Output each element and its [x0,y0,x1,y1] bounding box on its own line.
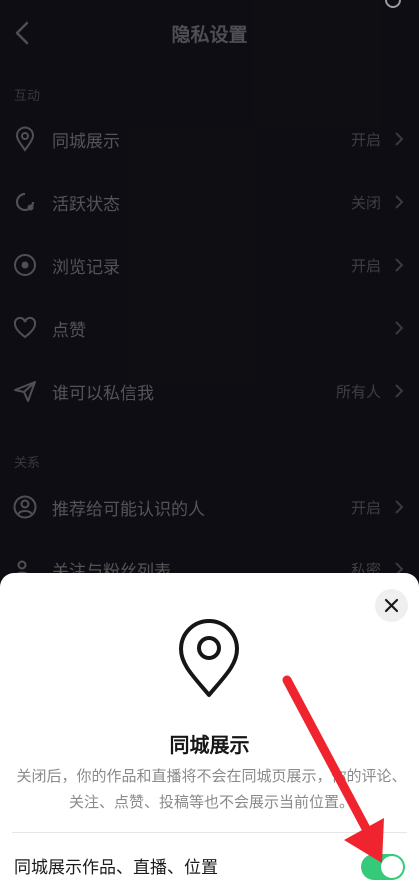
toggle-label: 同城展示作品、直播、位置 [14,858,218,878]
location-pin-icon [179,619,239,697]
close-icon [384,598,399,613]
toggle-knob [381,856,403,878]
divider [12,832,407,833]
close-button[interactable] [375,589,408,622]
local-display-toggle[interactable] [361,854,405,880]
bottom-sheet: 同城展示 关闭后，你的作品和直播将不会在同城页展示，你的评论、关注、点赞、投稿等… [0,573,419,893]
privacy-settings-screen: 隐私设置 互动 同城展示 开启 活跃状态 关闭 浏览记录 开启 点赞 谁可以私信… [0,0,419,893]
sheet-description: 关闭后，你的作品和直播将不会在同城页展示，你的评论、关注、点赞、投稿等也不会展示… [16,767,407,811]
sheet-title: 同城展示 [169,733,250,757]
